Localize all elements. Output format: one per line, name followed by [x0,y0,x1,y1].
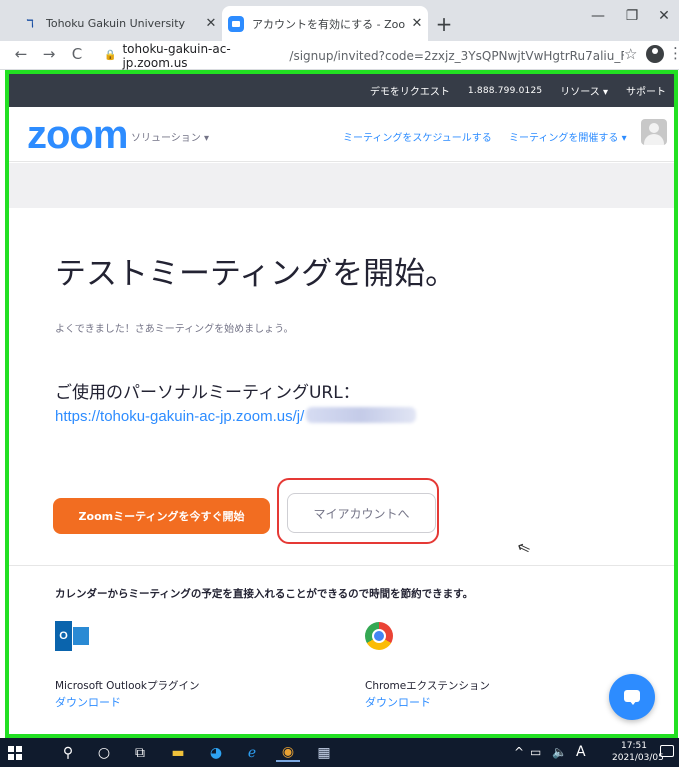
outlook-download-link[interactable]: ダウンロード [55,694,121,710]
tohoku-gakuin-favicon-icon: ℸ [26,17,34,30]
notification-center-icon[interactable] [660,745,674,757]
tab-zoom-activate[interactable]: アカウントを有効にする - Zoom ✕ [222,6,428,41]
my-account-button[interactable]: マイアカウントへ [287,493,436,533]
chrome-taskbar-icon[interactable]: ◉ [276,744,300,762]
url-path: /signup/invited?code=2zxjz_3YsQPNwjtVwHg… [289,48,624,63]
host-meeting-menu[interactable]: ミーティングを開催する ▾ [509,129,627,144]
lock-icon: 🔒 [104,50,117,61]
outlook-icon: O [55,621,89,651]
page-viewport: デモをリクエスト 1.888.799.0125 リソース ▾ サポート zoom… [5,70,678,738]
zoom-logo[interactable]: zoom [27,115,128,155]
personal-meeting-url-link[interactable]: https://tohoku-gakuin-ac-jp.zoom.us/j/ [55,407,417,425]
reload-icon[interactable]: C [66,45,88,63]
new-tab-button[interactable]: + [432,12,456,36]
header-spacer [9,163,674,208]
close-icon[interactable]: ✕ [200,16,222,31]
chrome-extension-name: Chromeエクステンション [365,680,490,692]
restore-icon[interactable]: ❐ [617,8,647,24]
zoom-favicon-icon [228,15,244,32]
windows-taskbar: ⚲ ○ ⧉ ▬ ◕ ℯ ◉ ▦ ^ ▭ 🔈 A 17:51 2021/03/05 [0,738,679,767]
clock-time: 17:51 [621,741,647,751]
url-input[interactable]: 🔒 tohoku-gakuin-ac-jp.zoom.us /signup/in… [104,41,624,70]
cortana-icon[interactable]: ○ [92,744,116,762]
chat-support-button[interactable] [609,674,655,720]
browser-tab-bar: ℸ Tohoku Gakuin University ✕ アカウントを有効にする… [0,0,679,41]
profile-icon[interactable] [646,45,664,63]
avatar[interactable] [641,119,667,145]
back-icon[interactable]: ← [10,45,32,63]
task-view-icon[interactable]: ⧉ [128,744,152,762]
bookmark-star-icon[interactable]: ☆ [624,45,637,63]
page-title: テストミーティングを開始。 [55,256,457,292]
clock-date: 2021/03/05 [612,753,664,763]
app-window-icon[interactable]: ▦ [312,744,336,762]
zoom-header: zoom ソリューション ▾ ミーティングをスケジュールする ミーティングを開催… [9,107,674,162]
personal-meeting-url-text: https://tohoku-gakuin-ac-jp.zoom.us/j/ [55,408,305,425]
tab-tohoku-gakuin[interactable]: ℸ Tohoku Gakuin University ✕ [16,6,222,41]
menu-kebab-icon[interactable]: ⋮ [668,44,679,62]
mouse-cursor-icon: ⇖ [514,536,534,559]
url-host: tohoku-gakuin-ac-jp.zoom.us [122,41,231,70]
personal-meeting-url-label: ご使用のパーソナルミーティングURL： [55,383,360,403]
tab-title: Tohoku Gakuin University [46,17,186,30]
search-icon[interactable]: ⚲ [56,744,80,762]
close-icon[interactable]: ✕ [406,16,428,31]
resources-menu[interactable]: リソース ▾ [560,83,608,98]
clock[interactable]: 17:51 2021/03/05 [612,740,664,764]
network-icon[interactable]: ▭ [530,745,541,759]
ime-indicator[interactable]: A [576,744,586,760]
subtitle-text: よくできました！さあミーティングを始めましょう。 [55,324,294,335]
tray-expand-icon[interactable]: ^ [514,745,524,759]
solutions-menu[interactable]: ソリューション ▾ [131,129,209,144]
redacted-meeting-id [306,407,417,423]
close-window-icon[interactable]: ✕ [649,8,679,24]
phone-number[interactable]: 1.888.799.0125 [468,86,542,96]
internet-explorer-icon[interactable]: ℯ [240,744,264,762]
chrome-icon [365,622,393,650]
minimize-icon[interactable]: — [583,8,613,24]
tab-title: アカウントを有効にする - Zoom [252,17,406,31]
request-demo-link[interactable]: デモをリクエスト [370,83,450,98]
support-link[interactable]: サポート [626,83,666,98]
volume-icon[interactable]: 🔈 [552,745,567,759]
schedule-meeting-link[interactable]: ミーティングをスケジュールする [343,129,492,144]
section-divider [9,565,674,566]
outlook-plugin-name: Microsoft Outlookプラグイン [55,680,200,692]
calendar-promo-text: カレンダーからミーティングの予定を直接入れることができるので時間を節約できます。 [55,588,474,600]
start-meeting-button[interactable]: Zoomミーティングを今すぐ開始 [53,498,270,534]
windows-start-icon[interactable] [8,746,22,760]
zoom-top-bar: デモをリクエスト 1.888.799.0125 リソース ▾ サポート [9,74,674,107]
edge-chromium-icon[interactable]: ◕ [204,744,228,762]
forward-icon[interactable]: → [38,45,60,63]
main-content: テストミーティングを開始。 よくできました！さあミーティングを始めましょう。 ご… [9,208,674,734]
file-explorer-icon[interactable]: ▬ [166,744,190,762]
address-bar: ← → C 🔒 tohoku-gakuin-ac-jp.zoom.us /sig… [0,41,679,70]
chrome-download-link[interactable]: ダウンロード [365,694,431,710]
